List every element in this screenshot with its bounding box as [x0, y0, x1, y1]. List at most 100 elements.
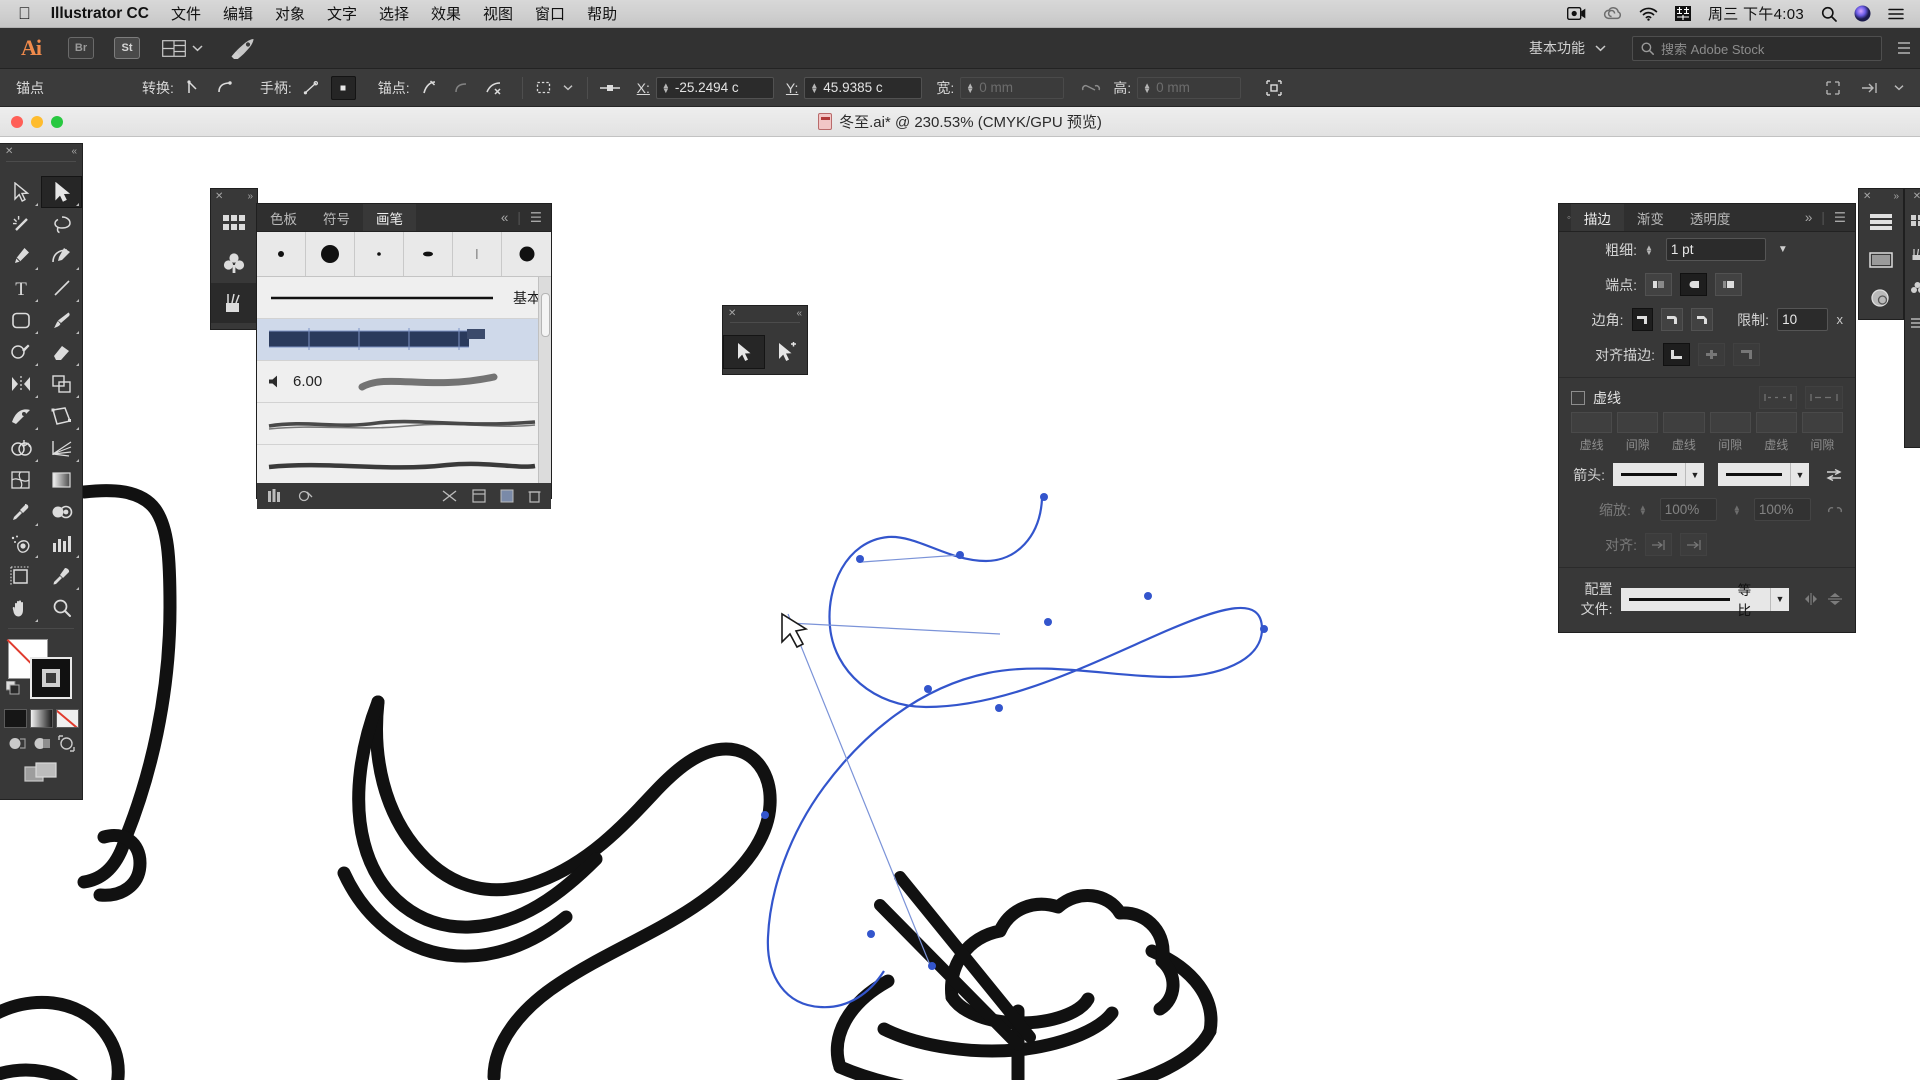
- close-window-button[interactable]: [11, 116, 23, 128]
- brush-swatch-dot-small[interactable]: [257, 232, 306, 276]
- bevel-join-icon[interactable]: [1691, 308, 1714, 331]
- right-dock-group-b[interactable]: ✕: [1904, 188, 1920, 448]
- brush-item-dryink[interactable]: [257, 445, 551, 487]
- brush-libraries-icon[interactable]: [267, 489, 284, 503]
- collapse-panel-icon[interactable]: «: [796, 308, 802, 319]
- menu-item-file[interactable]: 文件: [171, 3, 201, 24]
- scale-tool[interactable]: [41, 368, 82, 400]
- blend-tool[interactable]: [41, 496, 82, 528]
- brush-swatch-dot-round[interactable]: [502, 232, 551, 276]
- symbols-icon[interactable]: [1905, 271, 1920, 305]
- flip-horizontal-icon[interactable]: [1803, 592, 1819, 606]
- screen-mode-button[interactable]: [0, 762, 82, 784]
- menu-item-effect[interactable]: 效果: [431, 3, 461, 24]
- butt-cap-icon[interactable]: [1645, 273, 1672, 296]
- brush-item-pattern[interactable]: [257, 319, 551, 361]
- miter-join-icon[interactable]: [1631, 308, 1654, 331]
- siri-icon[interactable]: [1854, 5, 1871, 22]
- brush-swatch-dot-large[interactable]: [306, 232, 355, 276]
- panel-drag-grip[interactable]: [6, 161, 76, 172]
- brush-swatch-dot-oval[interactable]: [404, 232, 453, 276]
- free-transform-tool[interactable]: [41, 400, 82, 432]
- collapse-panel-icon[interactable]: «: [71, 146, 77, 157]
- screen-record-icon[interactable]: [1566, 7, 1586, 20]
- symbol-sprayer-tool[interactable]: [0, 528, 41, 560]
- close-icon[interactable]: ✕: [1863, 191, 1871, 202]
- menu-item-view[interactable]: 视图: [483, 3, 513, 24]
- dash-preserve-icon[interactable]: [1759, 386, 1797, 409]
- mini-selection-tool[interactable]: [723, 335, 765, 369]
- shape-builder-tool[interactable]: [0, 432, 41, 464]
- rotate-tool[interactable]: [0, 368, 41, 400]
- swap-arrows-icon[interactable]: [1825, 468, 1843, 482]
- collapse-icon[interactable]: «: [501, 210, 509, 225]
- menu-item-edit[interactable]: 编辑: [223, 3, 253, 24]
- libraries-icon[interactable]: [298, 489, 314, 503]
- swatches-dock-icon[interactable]: [211, 203, 257, 243]
- expand-icon[interactable]: »: [1805, 210, 1813, 225]
- tab-symbols[interactable]: 符号: [310, 204, 363, 231]
- menu-item-help[interactable]: 帮助: [587, 3, 617, 24]
- y-input[interactable]: ▲ ▼ 45.9385 c: [804, 76, 923, 99]
- panel-drag-grip[interactable]: [730, 322, 800, 332]
- menubar-app-name[interactable]: Illustrator CC: [51, 5, 149, 23]
- brush-item-basic[interactable]: 基本: [257, 277, 551, 319]
- y-stepper[interactable]: ▲ ▼: [810, 81, 818, 94]
- stock-search-input[interactable]: 搜索 Adobe Stock: [1632, 35, 1882, 61]
- draw-behind-icon[interactable]: [33, 735, 52, 752]
- brushes-icon[interactable]: [1905, 237, 1920, 271]
- tools-panel[interactable]: ✕ « T: [0, 143, 83, 800]
- menu-item-object[interactable]: 对象: [275, 3, 305, 24]
- handle-hide-icon[interactable]: [330, 75, 356, 100]
- workspace-switcher[interactable]: 基本功能: [1521, 34, 1614, 62]
- selection-mode-icon[interactable]: [533, 76, 558, 100]
- dash-field-2[interactable]: [1663, 412, 1705, 433]
- mesh-tool[interactable]: [0, 464, 41, 496]
- spotlight-search-icon[interactable]: [1821, 6, 1837, 22]
- draw-inside-icon[interactable]: [57, 735, 75, 752]
- brush-item-bristle[interactable]: 6.00: [257, 361, 551, 403]
- stroke-icon[interactable]: [1905, 305, 1920, 339]
- panel-collapse-button[interactable]: [1896, 40, 1912, 56]
- creative-cloud-icon[interactable]: [1603, 6, 1622, 21]
- dash-field-1[interactable]: [1571, 412, 1613, 433]
- options-icon[interactable]: [472, 489, 486, 503]
- dash-field-3[interactable]: [1755, 412, 1797, 433]
- panel-menu-icon[interactable]: ☰: [530, 210, 542, 226]
- align-inside-icon[interactable]: [1698, 343, 1725, 366]
- align-outside-icon[interactable]: [1733, 343, 1760, 366]
- swatches-icon[interactable]: [1905, 203, 1920, 237]
- bridge-button[interactable]: Br: [68, 37, 94, 59]
- wifi-icon[interactable]: [1639, 7, 1658, 21]
- shaper-tool[interactable]: [0, 336, 41, 368]
- expand-panel-icon[interactable]: »: [1893, 191, 1899, 202]
- delete-brush-icon[interactable]: [528, 489, 541, 503]
- mini-add-anchor-selection-tool[interactable]: [765, 335, 807, 369]
- projecting-cap-icon[interactable]: [1715, 273, 1742, 296]
- close-icon[interactable]: ✕: [215, 191, 223, 202]
- menu-item-window[interactable]: 窗口: [535, 3, 565, 24]
- gap-field-3[interactable]: [1801, 412, 1843, 433]
- gradient-mode-icon[interactable]: [29, 709, 53, 728]
- scrollbar-thumb[interactable]: [541, 293, 550, 337]
- rectangle-tool[interactable]: [0, 304, 41, 336]
- weight-stepper[interactable]: ▲ ▼: [1645, 243, 1653, 256]
- gradient-tool[interactable]: [41, 464, 82, 496]
- color-mode-icon[interactable]: [3, 709, 27, 728]
- anchor-corner-icon[interactable]: [449, 76, 474, 100]
- menu-item-select[interactable]: 选择: [379, 3, 409, 24]
- appearance-icon[interactable]: [1859, 279, 1903, 317]
- dashed-line-checkbox[interactable]: [1571, 390, 1585, 405]
- document-setup-icon[interactable]: [1820, 76, 1845, 100]
- rocket-icon[interactable]: [229, 37, 255, 59]
- close-icon[interactable]: ✕: [728, 308, 736, 319]
- paintbrush-tool[interactable]: [41, 304, 82, 336]
- brush-mini-dock[interactable]: ✕ »: [210, 188, 258, 330]
- stroke-panel[interactable]: ◦ 描边 渐变 透明度 » | ☰ 粗细: ▲ ▼ 1 pt ▼ 端点: 边角:…: [1558, 203, 1856, 633]
- direct-selection-tool[interactable]: [41, 176, 82, 208]
- eraser-tool[interactable]: [41, 336, 82, 368]
- lock-proportions-icon[interactable]: [1078, 76, 1103, 100]
- artboard-tool[interactable]: [0, 560, 41, 592]
- input-method-icon[interactable]: [1674, 6, 1691, 21]
- line-segment-tool[interactable]: [41, 272, 82, 304]
